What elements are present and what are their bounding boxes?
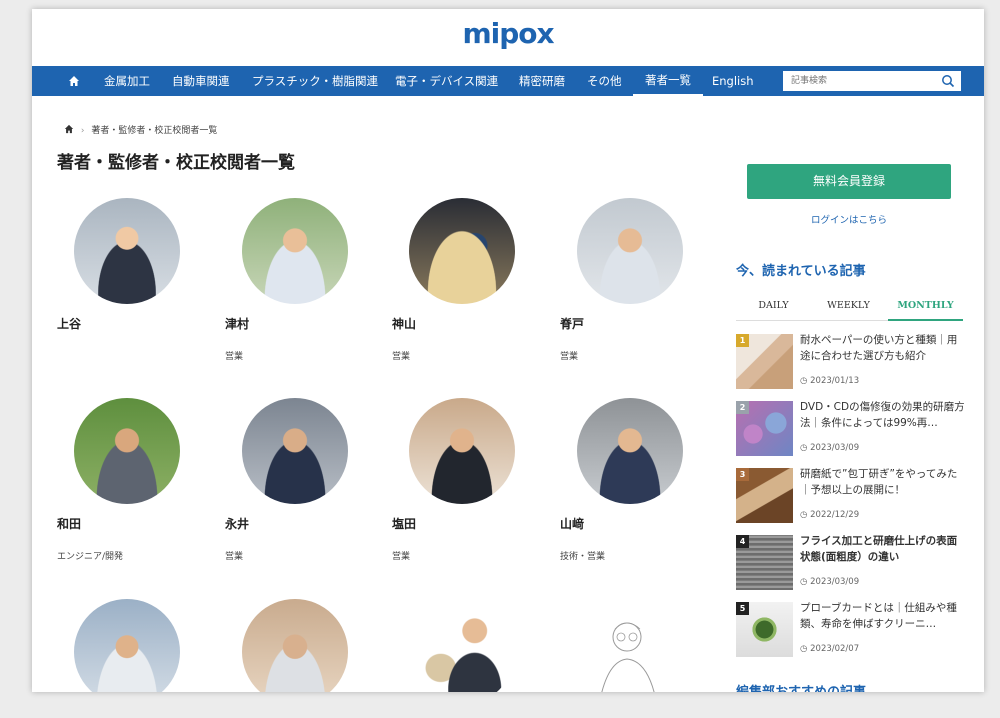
- author-name[interactable]: 永井: [225, 515, 249, 532]
- author-avatar-yamazaki[interactable]: [577, 398, 683, 504]
- breadcrumb-home-icon[interactable]: [64, 124, 77, 136]
- ranking-date: ◷ 2023/03/09: [800, 443, 860, 453]
- main-nav: 金属加工 自動車関連 プラスチック・樹脂関連 電子・デバイス関連 精密研磨 その…: [32, 66, 984, 96]
- author-avatar-kamiyama[interactable]: [409, 198, 515, 304]
- popular-articles-title: 今、読まれている記事: [736, 264, 866, 279]
- author-name[interactable]: 神山: [392, 315, 416, 332]
- author-name[interactable]: 塩田: [392, 515, 416, 532]
- page-title: 著者・監修者・校正校閲者一覧: [57, 153, 295, 173]
- ranking-title[interactable]: DVD・CDの傷修復の効果的研磨方法｜条件によっては99%再…: [800, 399, 966, 431]
- nav-item-english[interactable]: English: [712, 66, 754, 96]
- login-link[interactable]: ログインはこちら: [747, 212, 951, 226]
- nav-item-automotive[interactable]: 自動車関連: [172, 66, 230, 96]
- page: mipox 金属加工 自動車関連 プラスチック・樹脂関連 電子・デバイス関連 精…: [32, 9, 984, 692]
- site-logo[interactable]: mipox: [32, 9, 984, 65]
- home-icon[interactable]: [68, 66, 80, 96]
- nav-item-metal[interactable]: 金属加工: [104, 66, 150, 96]
- author-avatar-shioda[interactable]: [409, 398, 515, 504]
- clock-icon: ◷: [800, 577, 811, 587]
- ranking-tabs: DAILY WEEKLY MONTHLY: [736, 293, 963, 321]
- register-button[interactable]: 無料会員登録: [747, 164, 951, 199]
- ranking-item[interactable]: 1 耐水ペーパーの使い方と種類｜用途に合わせた選び方も紹介 ◷ 2023/01/…: [736, 334, 966, 394]
- nav-item-plastic[interactable]: プラスチック・樹脂関連: [252, 66, 378, 96]
- author-avatar-illustration[interactable]: [409, 599, 515, 692]
- rank-badge: 3: [736, 468, 749, 481]
- nav-item-other[interactable]: その他: [587, 66, 622, 96]
- author-avatar-nagai[interactable]: [242, 398, 348, 504]
- ranking-title[interactable]: 研磨紙で”包丁研ぎ”をやってみた｜予想以上の展開に！: [800, 466, 966, 498]
- search-icon[interactable]: [940, 73, 956, 89]
- tab-weekly[interactable]: WEEKLY: [811, 293, 886, 321]
- ranking-item[interactable]: 4 フライス加工と研磨仕上げの表面状態(面粗度）の違い ◷ 2023/03/09: [736, 535, 966, 595]
- breadcrumb-current: 著者・監修者・校正校閲者一覧: [91, 126, 218, 136]
- rank-badge: 1: [736, 334, 749, 347]
- author-name[interactable]: 山﨑: [560, 515, 584, 532]
- ranking-item[interactable]: 5 プローブカードとは｜仕組みや種類、寿命を伸ばすクリーニ… ◷ 2023/02…: [736, 602, 966, 662]
- ranking-date: ◷ 2023/03/09: [800, 577, 860, 587]
- author-avatar-sketch[interactable]: [577, 599, 683, 692]
- author-role: 技術・営業: [560, 552, 606, 562]
- ranking-date: ◷ 2022/12/29: [800, 510, 860, 520]
- ranking-title[interactable]: 耐水ペーパーの使い方と種類｜用途に合わせた選び方も紹介: [800, 332, 966, 364]
- search-box: [782, 70, 962, 92]
- ranking-item[interactable]: 2 DVD・CDの傷修復の効果的研磨方法｜条件によっては99%再… ◷ 2023…: [736, 401, 966, 461]
- author-role: 営業: [225, 352, 244, 362]
- ranking-item[interactable]: 3 研磨紙で”包丁研ぎ”をやってみた｜予想以上の展開に！ ◷ 2022/12/2…: [736, 468, 966, 528]
- author-name[interactable]: 上谷: [57, 315, 81, 332]
- author-role: 営業: [392, 552, 411, 562]
- rank-badge: 5: [736, 602, 749, 615]
- rank-badge: 2: [736, 401, 749, 414]
- author-name[interactable]: 津村: [225, 315, 249, 332]
- author-avatar-tsumura[interactable]: [242, 198, 348, 304]
- search-input[interactable]: [783, 71, 933, 91]
- ranking-title[interactable]: プローブカードとは｜仕組みや種類、寿命を伸ばすクリーニ…: [800, 600, 966, 632]
- ranking-date: ◷ 2023/02/07: [800, 644, 860, 654]
- clock-icon: ◷: [800, 376, 811, 386]
- clock-icon: ◷: [800, 443, 811, 453]
- editor-picks-title: 編集部おすすめの記事: [736, 681, 866, 692]
- ranking-title[interactable]: フライス加工と研磨仕上げの表面状態(面粗度）の違い: [800, 533, 966, 565]
- clock-icon: ◷: [800, 644, 811, 654]
- ranking-date: ◷ 2023/01/13: [800, 376, 860, 386]
- author-avatar-uetani[interactable]: [74, 198, 180, 304]
- tab-daily[interactable]: DAILY: [736, 293, 811, 321]
- author-avatar[interactable]: [242, 599, 348, 692]
- nav-item-precision-polishing[interactable]: 精密研磨: [519, 66, 565, 96]
- author-name[interactable]: 脊戸: [560, 315, 584, 332]
- tab-monthly[interactable]: MONTHLY: [888, 293, 963, 321]
- author-role: 営業: [225, 552, 244, 562]
- author-role: 営業: [560, 352, 579, 362]
- author-avatar-sedo[interactable]: [577, 198, 683, 304]
- nav-item-authors[interactable]: 著者一覧: [633, 66, 703, 96]
- breadcrumb: › 著者・監修者・校正校閲者一覧: [64, 123, 217, 136]
- author-role: 営業: [392, 352, 411, 362]
- nav-item-electronics[interactable]: 電子・デバイス関連: [395, 66, 498, 96]
- breadcrumb-separator-icon: ›: [80, 126, 85, 136]
- author-avatar-wada[interactable]: [74, 398, 180, 504]
- rank-badge: 4: [736, 535, 749, 548]
- author-name[interactable]: 和田: [57, 515, 81, 532]
- clock-icon: ◷: [800, 510, 811, 520]
- author-avatar[interactable]: [74, 599, 180, 692]
- author-role: エンジニア/開発: [57, 552, 124, 562]
